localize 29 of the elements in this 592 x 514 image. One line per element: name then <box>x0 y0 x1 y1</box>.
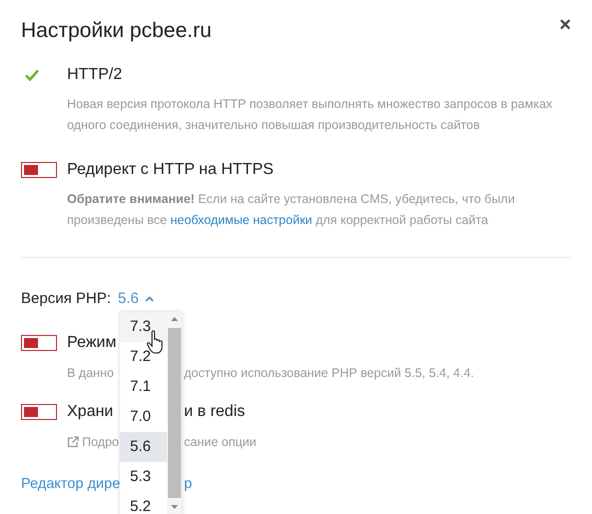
version-option[interactable]: 7.3 <box>120 312 167 342</box>
dialog-title: Настройки pcbee.ru <box>21 18 212 44</box>
option-description: В данно <box>67 365 115 382</box>
php-version-label: Версия PHP: <box>21 289 111 309</box>
scroll-down-icon[interactable] <box>170 504 179 510</box>
option-title: HTTP/2 <box>67 65 124 85</box>
version-option[interactable]: 5.6 <box>120 432 167 462</box>
version-option[interactable]: 7.2 <box>120 342 167 372</box>
version-option[interactable]: 5.3 <box>120 462 167 492</box>
option-description: Обратите внимание! Если на сайте установлена CMS, убедитесь, что были произведены все необходимые настройки для корректной работы сайта <box>67 191 516 229</box>
editor-link[interactable]: р <box>184 474 192 494</box>
version-option[interactable]: 7.1 <box>120 372 167 402</box>
toggle-switch[interactable] <box>21 162 57 178</box>
option-title: Режим <box>67 333 118 353</box>
toggle-switch[interactable] <box>21 335 57 351</box>
scrollbar[interactable] <box>167 312 182 514</box>
external-link-icon <box>67 436 79 448</box>
toggle-switch[interactable] <box>21 404 57 420</box>
option-description: Новая версия протокола HTTP позволяет выполнять множество запросов в рамках одного соединения, значительно повышая производительность сайтов <box>67 96 554 134</box>
option-title: Храни <box>67 402 114 422</box>
close-button[interactable]: × <box>559 18 571 32</box>
version-option[interactable]: 7.0 <box>120 402 167 432</box>
version-option[interactable]: 5.2 <box>120 492 167 514</box>
option-title: и в redis <box>184 402 246 422</box>
caret-icon <box>144 296 154 302</box>
option-title: Редирект с HTTP на HTTPS <box>67 160 275 180</box>
option-description: доступно использование PHP версий 5.5, 5.4, 4.4. <box>184 365 474 382</box>
settings-link[interactable]: необходимые настройки <box>170 212 312 226</box>
scroll-up-icon[interactable] <box>170 316 179 322</box>
